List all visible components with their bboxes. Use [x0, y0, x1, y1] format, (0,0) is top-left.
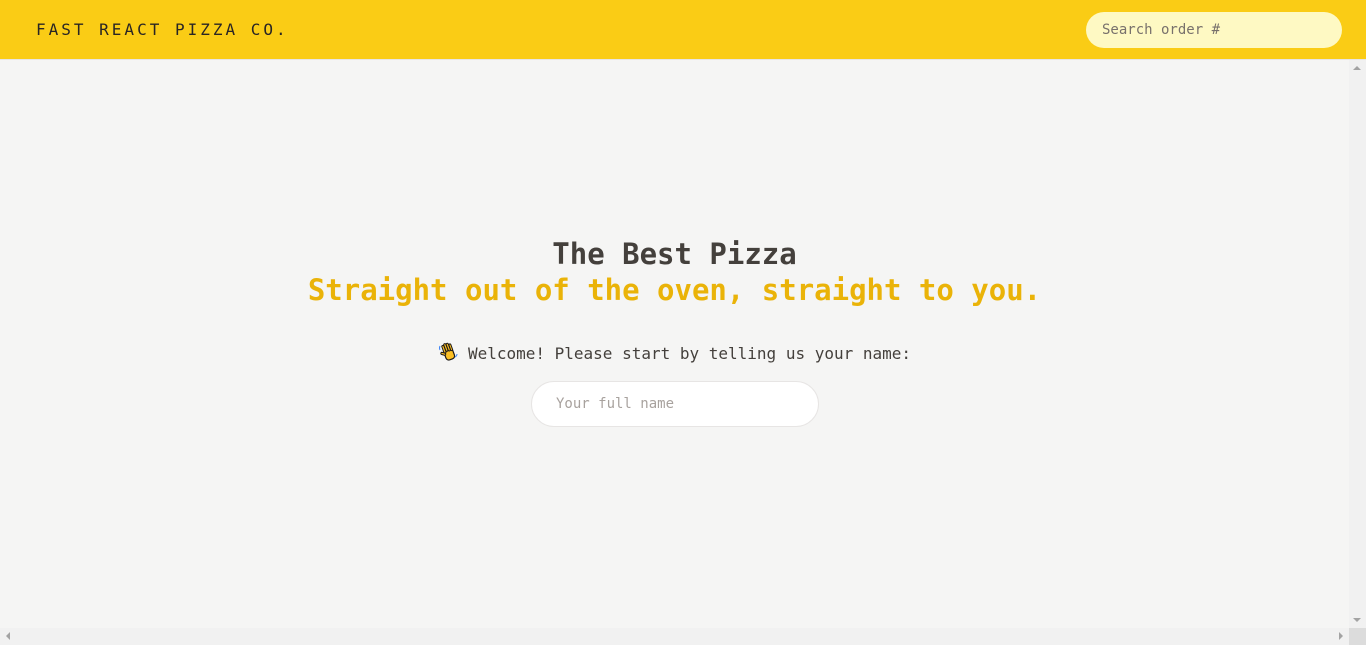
- scroll-right-icon[interactable]: [1339, 632, 1343, 640]
- hero-subtitle: Straight out of the oven, straight to yo…: [307, 273, 1042, 307]
- logo-link[interactable]: FAST REACT PIZZA CO.: [36, 19, 289, 41]
- waving-hand-icon: [438, 342, 458, 368]
- hero-heading: The Best Pizza Straight out of the oven,…: [0, 236, 1349, 308]
- full-name-input[interactable]: [531, 381, 819, 427]
- search-order-input[interactable]: [1086, 12, 1342, 48]
- vertical-scrollbar[interactable]: [1349, 60, 1366, 628]
- welcome-text: Welcome! Please start by telling us your…: [467, 344, 912, 363]
- scrollbar-corner: [1349, 628, 1366, 645]
- app-header: FAST REACT PIZZA CO.: [0, 0, 1366, 60]
- hero-title: The Best Pizza: [552, 237, 797, 271]
- welcome-message: Welcome! Please start by telling us your…: [0, 342, 1349, 368]
- scroll-down-icon[interactable]: [1353, 618, 1361, 622]
- main-content: The Best Pizza Straight out of the oven,…: [0, 60, 1349, 628]
- scroll-left-icon[interactable]: [6, 632, 10, 640]
- scroll-up-icon[interactable]: [1353, 66, 1361, 70]
- horizontal-scrollbar[interactable]: [0, 628, 1349, 645]
